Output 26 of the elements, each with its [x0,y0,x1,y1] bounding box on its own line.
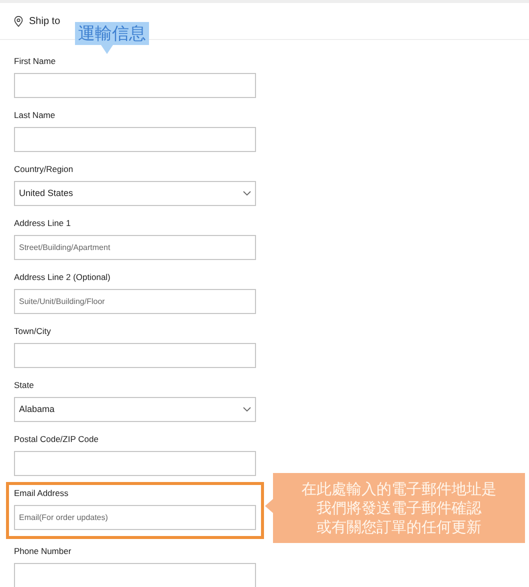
chevron-down-icon [243,191,251,196]
input-field[interactable] [14,343,256,368]
input-field[interactable] [14,127,256,152]
callout-pointer-icon [101,45,113,54]
location-pin-icon [14,16,23,26]
section-title: Ship to [29,14,60,28]
field-label: Address Line 1 [14,217,71,229]
input-field[interactable] [14,73,256,98]
chevron-down-icon [243,407,251,412]
input-field[interactable]: Email(For order updates) [14,505,256,530]
input-field[interactable] [14,451,256,476]
input-field[interactable]: Street/Building/Apartment [14,235,256,260]
input-field[interactable] [14,563,256,587]
field-label: Postal Code/ZIP Code [14,433,98,445]
dropdown[interactable]: Alabama [14,397,256,422]
input-field[interactable]: Suite/Unit/Building/Floor [14,289,256,314]
field-label: State [14,379,34,391]
field-label: Email Address [14,487,68,499]
field-label: First Name [14,55,56,67]
field-label: Address Line 2 (Optional) [14,271,110,283]
field-label: Phone Number [14,545,72,557]
dropdown[interactable]: United States [14,181,256,206]
callout-pointer-icon [265,499,273,513]
field-label: Town/City [14,325,51,337]
field-label: Last Name [14,109,56,121]
field-label: Country/Region [14,163,74,175]
